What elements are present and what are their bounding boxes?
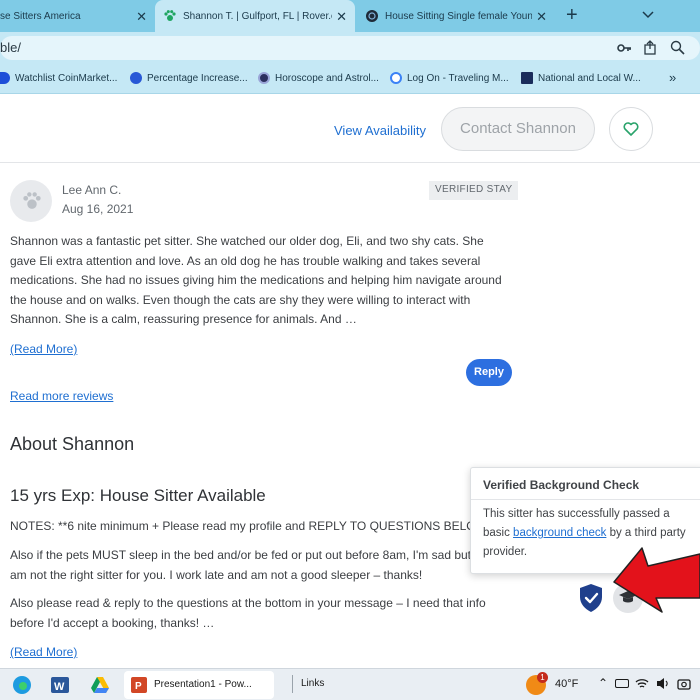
close-tab-icon[interactable]: ✕ [332,9,347,25]
about-title: 15 yrs Exp: House Sitter Available [10,486,266,505]
bookmark-percentage[interactable]: Percentage Increase... [130,72,248,84]
chevron-up-icon[interactable]: ⌃ [598,676,608,690]
about-paragraph-questions: Also please read & reply to the question… [10,596,486,630]
share-icon[interactable] [643,40,658,55]
windows-taskbar: W P Presentation1 - Pow... Links 1 40°F … [0,668,700,700]
volume-icon[interactable] [656,677,670,690]
red-arrow-annotation [613,547,700,613]
zoom-icon[interactable] [670,40,685,55]
tab-shannon-rover[interactable]: Shannon T. | Gulfport, FL | Rover.c ✕ [155,0,355,32]
bookmark-label: Log On - Traveling M... [407,72,509,84]
taskbar-separator [292,675,293,693]
read-more-reviews-link[interactable]: Read more reviews [10,389,113,403]
close-tab-icon[interactable]: ✕ [532,9,547,25]
taskbar-links[interactable]: Links [301,678,324,689]
popup-title: Verified Background Check [471,468,700,500]
reply-button[interactable]: Reply [466,359,512,386]
tab-house-sitting[interactable]: House Sitting Single female Youn ✕ [357,0,555,32]
address-bar: ble/ [0,32,700,64]
taskbar-app-powerpoint[interactable]: P Presentation1 - Pow... [124,671,274,699]
paw-icon [164,10,176,21]
about-heading: About Shannon [10,434,135,454]
bookmark-label: National and Local W... [538,72,641,84]
calculator-icon [130,72,142,84]
bookmark-label: Watchlist CoinMarket... [15,72,118,84]
horoscope-icon [258,72,270,84]
bookmark-label: Horoscope and Astrol... [275,72,379,84]
review-author: Lee Ann C. [62,183,122,197]
weather-badge: 1 [537,672,548,683]
avatar [10,180,52,222]
background-check-link[interactable]: background check [513,527,606,539]
url-text: ble/ [0,40,21,55]
view-availability-link[interactable]: View Availability [334,123,426,138]
word-icon[interactable]: W [50,675,70,695]
battery-icon[interactable] [615,679,629,688]
review-read-more-link[interactable]: (Read More) [10,342,77,356]
bookmark-label: Percentage Increase... [147,72,248,84]
camera-icon[interactable] [677,677,691,690]
new-tab-button[interactable]: + [566,4,578,27]
tab-title: House Sitting Single female Youn [385,10,533,22]
heart-icon [623,122,639,136]
paw-icon [23,192,41,209]
tab-title: Shannon T. | Gulfport, FL | Rover.c [183,10,337,22]
taskbar-app-label: Presentation1 - Pow... [154,679,252,690]
about-read-more-link[interactable]: (Read More) [10,645,77,659]
bookmarks-overflow-button[interactable]: » [669,70,676,85]
google-drive-icon[interactable] [90,675,110,695]
bookmark-horoscope[interactable]: Horoscope and Astrol... [258,72,379,84]
key-icon[interactable] [617,42,632,54]
bookmark-national[interactable]: National and Local W... [521,72,641,84]
coinmarketcap-icon [0,72,10,84]
svg-text:W: W [54,681,65,693]
news-icon [521,72,533,84]
contact-button[interactable]: Contact Shannon [441,107,595,151]
review-date: Aug 16, 2021 [62,202,134,216]
shield-check-icon[interactable] [578,583,604,613]
temperature: 40°F [555,678,579,690]
bookmark-coinmarket[interactable]: Watchlist CoinMarket... [0,72,117,84]
browser-tab-bar: se Sitters America ✕ Shannon T. | Gulfpo… [0,0,700,32]
bookmark-logon[interactable]: Log On - Traveling M... [390,72,509,84]
globe-icon [366,10,378,22]
about-notes: NOTES: **6 nite minimum + Please read my… [10,519,487,533]
weather-icon[interactable]: 1 [526,672,548,695]
tab-title: se Sitters America [0,10,81,22]
tab-sitters-america[interactable]: se Sitters America ✕ [0,0,155,32]
svg-text:P: P [135,681,142,692]
close-tab-icon[interactable]: ✕ [136,9,147,25]
about-paragraph-pets: Also if the pets MUST sleep in the bed a… [10,548,478,582]
chevron-down-icon[interactable] [642,10,654,20]
favorite-button[interactable] [609,107,653,151]
profile-action-header: View Availability Contact Shannon [0,95,700,163]
url-field[interactable]: ble/ [0,36,700,60]
edge-browser-icon[interactable] [12,675,32,695]
review-text: Shannon was a fantastic pet sitter. She … [10,234,502,326]
logon-icon [390,72,402,84]
verified-stay-badge: VERIFIED STAY [429,181,519,200]
wifi-icon[interactable] [635,677,649,690]
bookmarks-bar: Watchlist CoinMarket... Percentage Incre… [0,64,700,94]
powerpoint-icon: P [131,677,147,693]
